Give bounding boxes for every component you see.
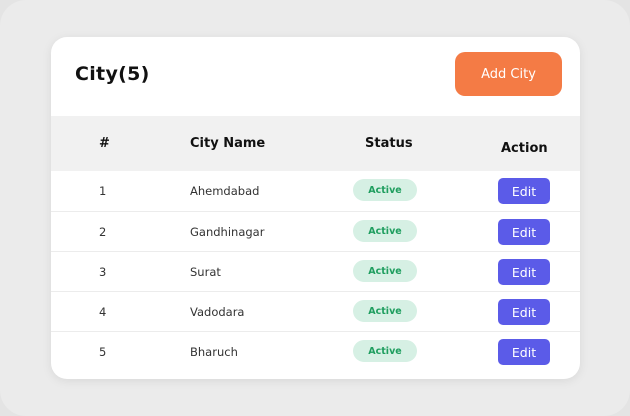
row-number: 4 bbox=[99, 305, 107, 319]
table-header: # City Name Status Action bbox=[51, 116, 580, 171]
status-badge: Active bbox=[353, 300, 417, 322]
table-row: 4 Vadodara Active Edit bbox=[51, 291, 580, 331]
column-header-action: Action bbox=[501, 141, 548, 156]
add-city-button[interactable]: Add City bbox=[455, 52, 562, 96]
city-name: Gandhinagar bbox=[190, 225, 265, 239]
row-number: 1 bbox=[99, 184, 107, 198]
city-name: Bharuch bbox=[190, 345, 238, 359]
page-title: City(5) bbox=[75, 63, 150, 85]
table-row: 3 Surat Active Edit bbox=[51, 251, 580, 291]
city-card: City(5) Add City # City Name Status Acti… bbox=[51, 37, 580, 379]
edit-button[interactable]: Edit bbox=[498, 219, 550, 245]
table-row: 2 Gandhinagar Active Edit bbox=[51, 211, 580, 251]
table-body: 1 Ahemdabad Active Edit 2 Gandhinagar Ac… bbox=[51, 171, 580, 371]
row-number: 3 bbox=[99, 265, 107, 279]
column-header-status: Status bbox=[365, 136, 413, 151]
row-number: 5 bbox=[99, 345, 107, 359]
edit-button[interactable]: Edit bbox=[498, 178, 550, 204]
status-badge: Active bbox=[353, 179, 417, 201]
edit-button[interactable]: Edit bbox=[498, 259, 550, 285]
status-badge: Active bbox=[353, 340, 417, 362]
city-name: Surat bbox=[190, 265, 221, 279]
city-name: Vadodara bbox=[190, 305, 245, 319]
column-header-number: # bbox=[99, 136, 110, 151]
column-header-city-name: City Name bbox=[190, 136, 266, 151]
status-badge: Active bbox=[353, 220, 417, 242]
city-name: Ahemdabad bbox=[190, 184, 260, 198]
card-header: City(5) Add City bbox=[51, 37, 580, 116]
table-row: 5 Bharuch Active Edit bbox=[51, 331, 580, 371]
edit-button[interactable]: Edit bbox=[498, 339, 550, 365]
status-badge: Active bbox=[353, 260, 417, 282]
table-row: 1 Ahemdabad Active Edit bbox=[51, 171, 580, 211]
edit-button[interactable]: Edit bbox=[498, 299, 550, 325]
row-number: 2 bbox=[99, 225, 107, 239]
